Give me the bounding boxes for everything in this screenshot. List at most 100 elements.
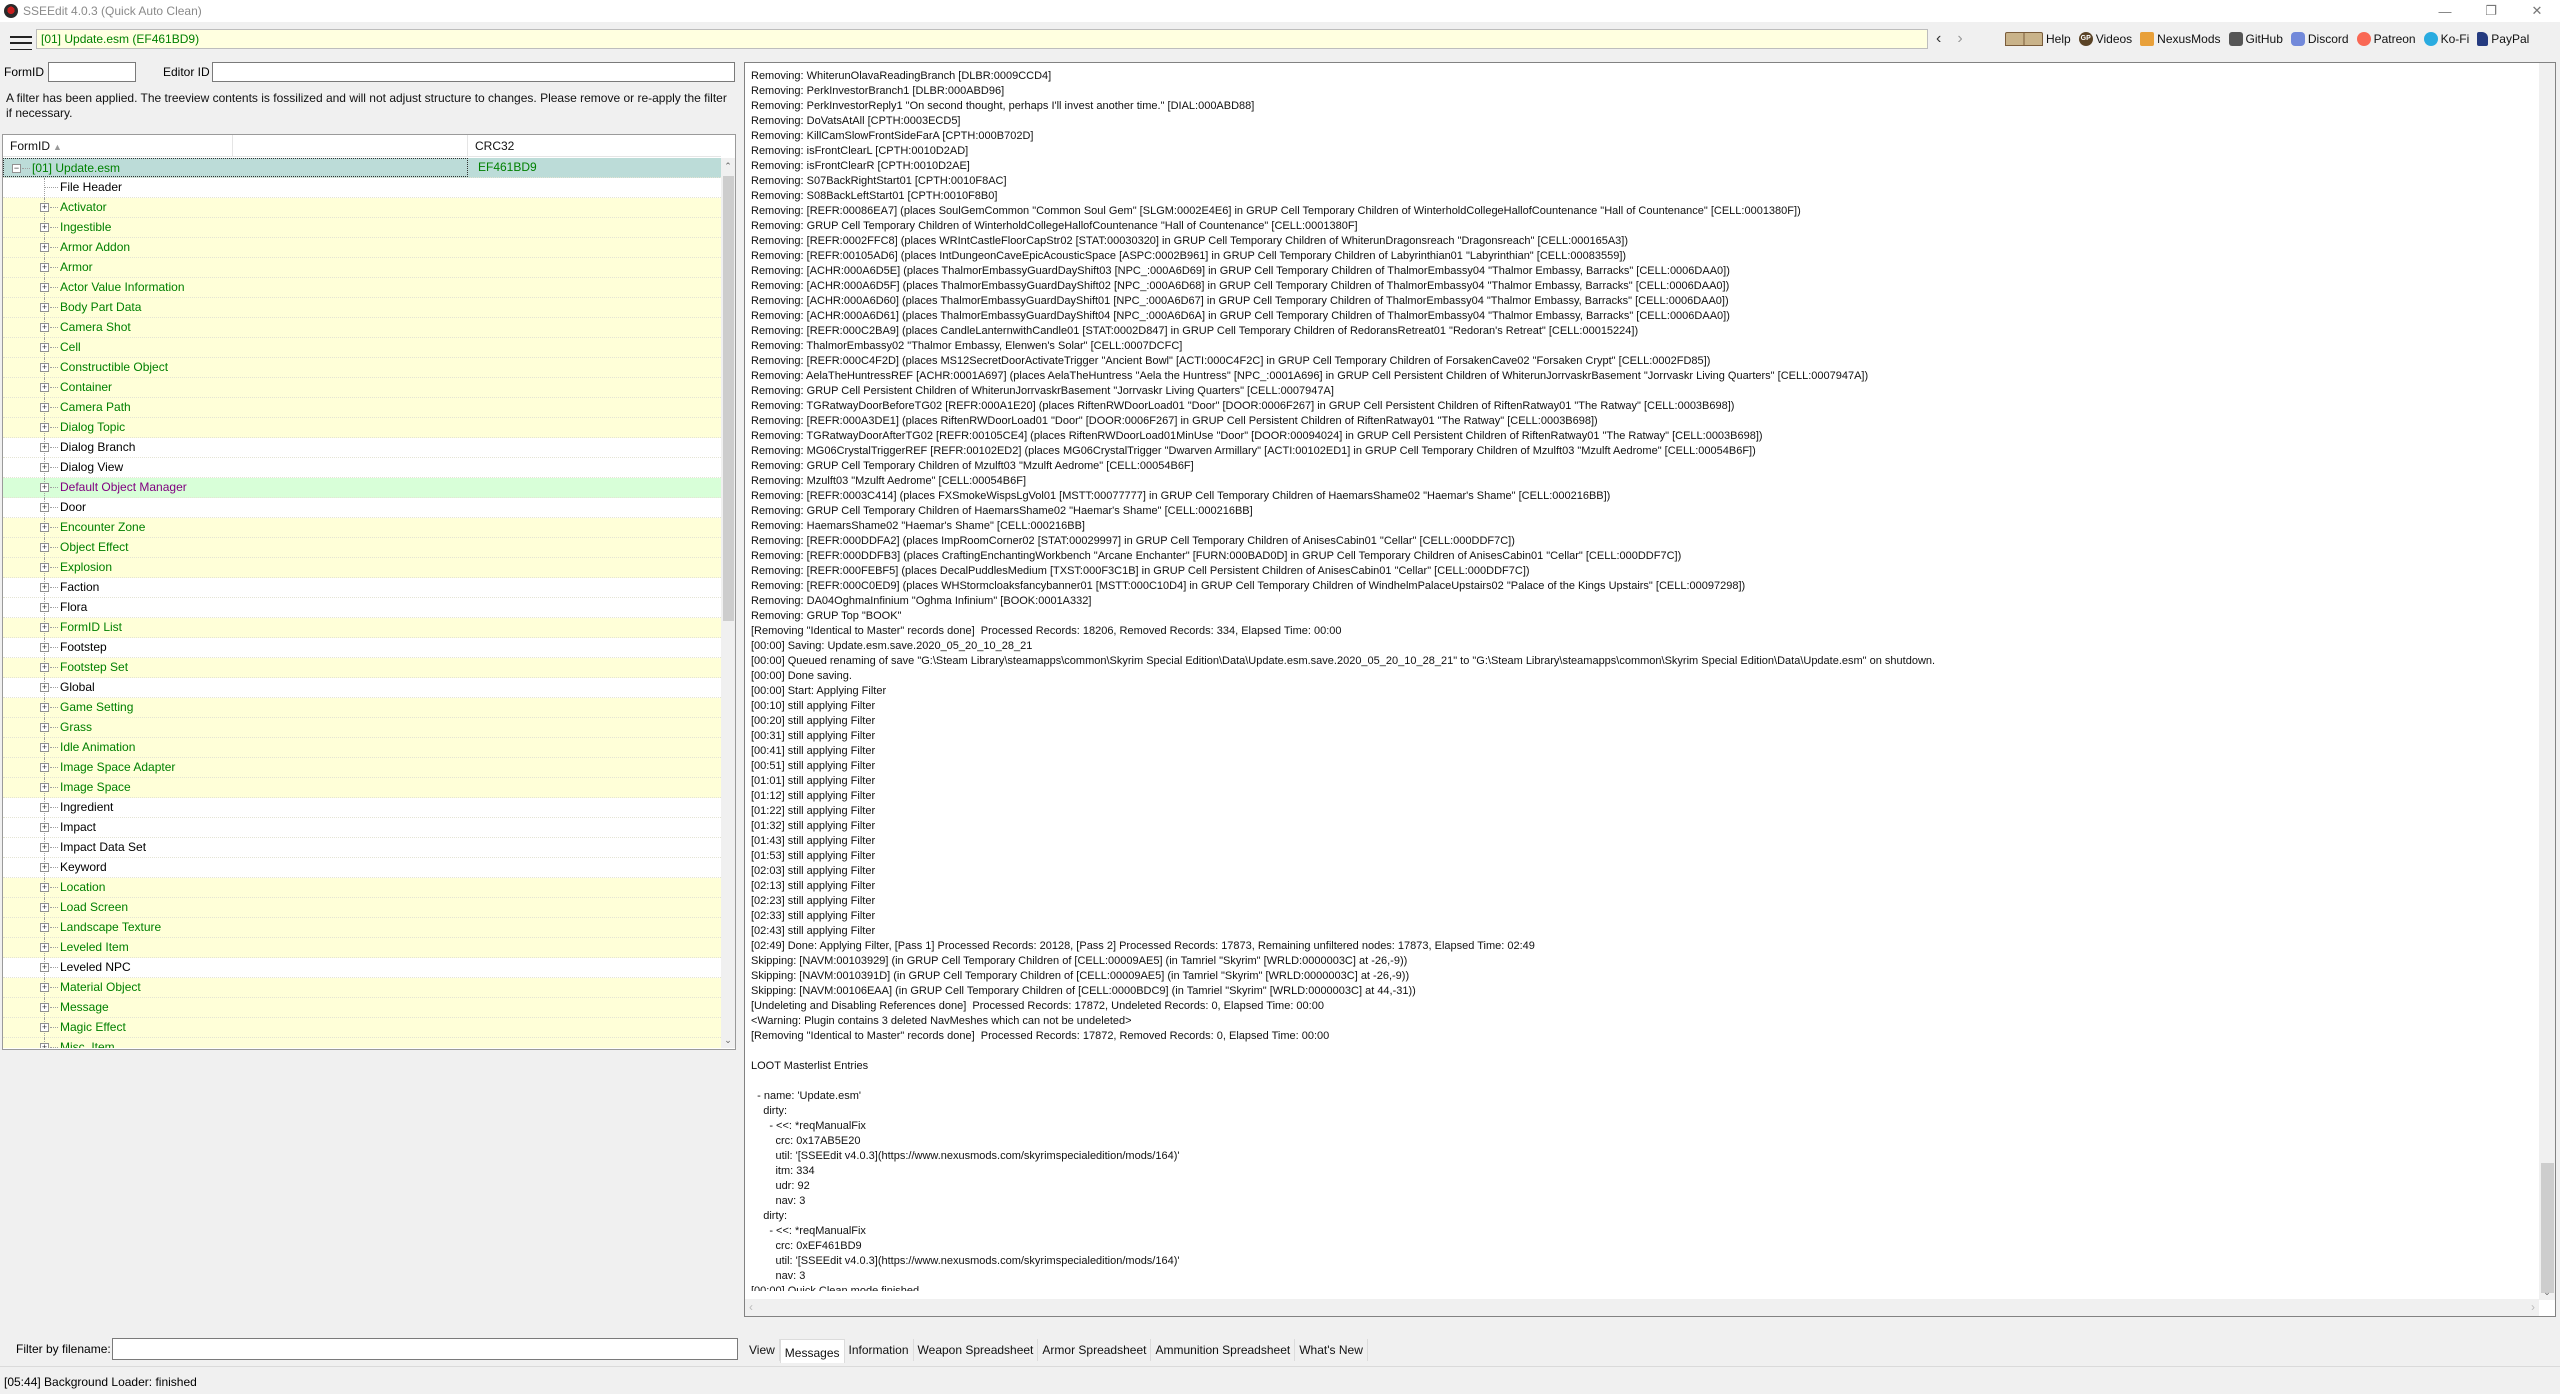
tree-row[interactable]: + Encounter Zone [3,518,721,538]
tree-row[interactable]: + Impact [3,818,721,838]
expand-icon[interactable]: + [40,603,49,612]
tree-row[interactable]: + Keyword [3,858,721,878]
tree-row[interactable]: + Idle Animation [3,738,721,758]
tree-row[interactable]: File Header [3,178,721,198]
tab-view[interactable]: View [745,1339,780,1361]
scroll-left-icon[interactable]: ‹ [749,1300,753,1314]
expand-icon[interactable]: + [40,343,49,352]
expand-icon[interactable]: + [40,903,49,912]
expand-icon[interactable]: + [40,323,49,332]
tab-information[interactable]: Information [844,1339,914,1361]
expand-icon[interactable]: + [40,1043,49,1048]
tree-row[interactable]: + Landscape Texture [3,918,721,938]
tree-row[interactable]: + Cell [3,338,721,358]
expand-icon[interactable]: + [40,403,49,412]
tree-row[interactable]: + Object Effect [3,538,721,558]
expand-icon[interactable]: + [40,563,49,572]
tree-row[interactable]: + Location [3,878,721,898]
collapse-icon[interactable]: − [12,164,21,173]
filter-by-filename-input[interactable] [112,1338,738,1360]
scroll-down-icon[interactable]: ⌄ [2540,1284,2554,1300]
expand-icon[interactable]: + [40,983,49,992]
tree-row[interactable]: + Load Screen [3,898,721,918]
tree-row[interactable]: + Dialog Branch [3,438,721,458]
tree-row[interactable]: + Camera Shot [3,318,721,338]
scroll-right-icon[interactable]: › [2531,1300,2535,1314]
tree-row[interactable]: + Container [3,378,721,398]
tree-row[interactable]: + Explosion [3,558,721,578]
expand-icon[interactable]: + [40,303,49,312]
nexusmods-link[interactable]: NexusMods [2140,32,2221,46]
tree-row[interactable]: + Door [3,498,721,518]
expand-icon[interactable]: + [40,423,49,432]
tree-row[interactable]: + Constructible Object [3,358,721,378]
expand-icon[interactable]: + [40,843,49,852]
maximize-button[interactable]: ❐ [2468,0,2514,22]
tree-row[interactable]: + Ingestible [3,218,721,238]
expand-icon[interactable]: + [40,503,49,512]
expand-icon[interactable]: + [40,443,49,452]
tree-row[interactable]: + Camera Path [3,398,721,418]
log-horizontal-scrollbar[interactable]: ‹ › [745,1299,2539,1316]
tree-row[interactable]: + Leveled NPC [3,958,721,978]
back-button[interactable]: ‹ [1936,30,1941,48]
scroll-up-icon[interactable]: ⌃ [721,158,735,174]
tree-row[interactable]: + Footstep [3,638,721,658]
expand-icon[interactable]: + [40,823,49,832]
help-link[interactable]: Help [2005,32,2071,46]
expand-icon[interactable]: + [40,623,49,632]
tree-row[interactable]: + Ingredient [3,798,721,818]
tree-row[interactable]: + Default Object Manager [3,478,721,498]
file-selector-combo[interactable]: [01] Update.esm (EF461BD9) [36,29,1928,49]
expand-icon[interactable]: + [40,523,49,532]
tab-armor-spreadsheet[interactable]: Armor Spreadsheet [1038,1339,1152,1361]
formid-input[interactable] [48,62,136,82]
messages-log[interactable]: Removing: WhiterunOlavaReadingBranch [DL… [751,69,2529,1291]
kofi-link[interactable]: Ko-Fi [2423,32,2469,46]
expand-icon[interactable]: + [40,863,49,872]
column-header-formid[interactable]: FormID ▲ [3,135,233,157]
expand-icon[interactable]: + [40,683,49,692]
expand-icon[interactable]: + [40,203,49,212]
tree-row[interactable]: + Image Space Adapter [3,758,721,778]
patreon-link[interactable]: Patreon [2356,32,2416,46]
tab-what-s-new[interactable]: What's New [1295,1339,1368,1361]
tree-row[interactable]: + Game Setting [3,698,721,718]
tree-root-row[interactable]: − [01] Update.esm EF461BD9 [3,158,721,178]
scroll-down-icon[interactable]: ⌄ [721,1032,735,1048]
expand-icon[interactable]: + [40,963,49,972]
expand-icon[interactable]: + [40,703,49,712]
tree-row[interactable]: + FormID List [3,618,721,638]
tree-row[interactable]: + Activator [3,198,721,218]
log-scroll-thumb[interactable] [2541,1163,2554,1293]
expand-icon[interactable]: + [40,643,49,652]
expand-icon[interactable]: + [40,223,49,232]
github-link[interactable]: GitHub [2228,32,2283,46]
expand-icon[interactable]: + [40,283,49,292]
tree-row[interactable]: + Dialog View [3,458,721,478]
tree-row[interactable]: + Image Space [3,778,721,798]
expand-icon[interactable]: + [40,263,49,272]
tree-row[interactable]: + Actor Value Information [3,278,721,298]
expand-icon[interactable]: + [40,663,49,672]
tree-row[interactable]: + Armor Addon [3,238,721,258]
expand-icon[interactable]: + [40,723,49,732]
tree-vertical-scrollbar[interactable]: ⌃ ⌄ [721,158,735,1048]
expand-icon[interactable]: + [40,1003,49,1012]
tree-row[interactable]: + Magic Effect [3,1018,721,1038]
tree-row[interactable]: + Leveled Item [3,938,721,958]
expand-icon[interactable]: + [40,743,49,752]
tree-row[interactable]: + Faction [3,578,721,598]
tab-weapon-spreadsheet[interactable]: Weapon Spreadsheet [913,1339,1039,1361]
expand-icon[interactable]: + [40,363,49,372]
minimize-button[interactable]: — [2422,0,2468,22]
tree-row[interactable]: + Impact Data Set [3,838,721,858]
editorid-input[interactable] [212,62,735,82]
expand-icon[interactable]: + [40,583,49,592]
main-menu-button[interactable] [10,36,32,50]
tree-row[interactable]: + Dialog Topic [3,418,721,438]
tree-row[interactable]: + Global [3,678,721,698]
log-vertical-scrollbar[interactable]: ⌄ [2539,63,2555,1300]
column-header-crc32[interactable]: CRC32 [468,135,721,157]
expand-icon[interactable]: + [40,383,49,392]
